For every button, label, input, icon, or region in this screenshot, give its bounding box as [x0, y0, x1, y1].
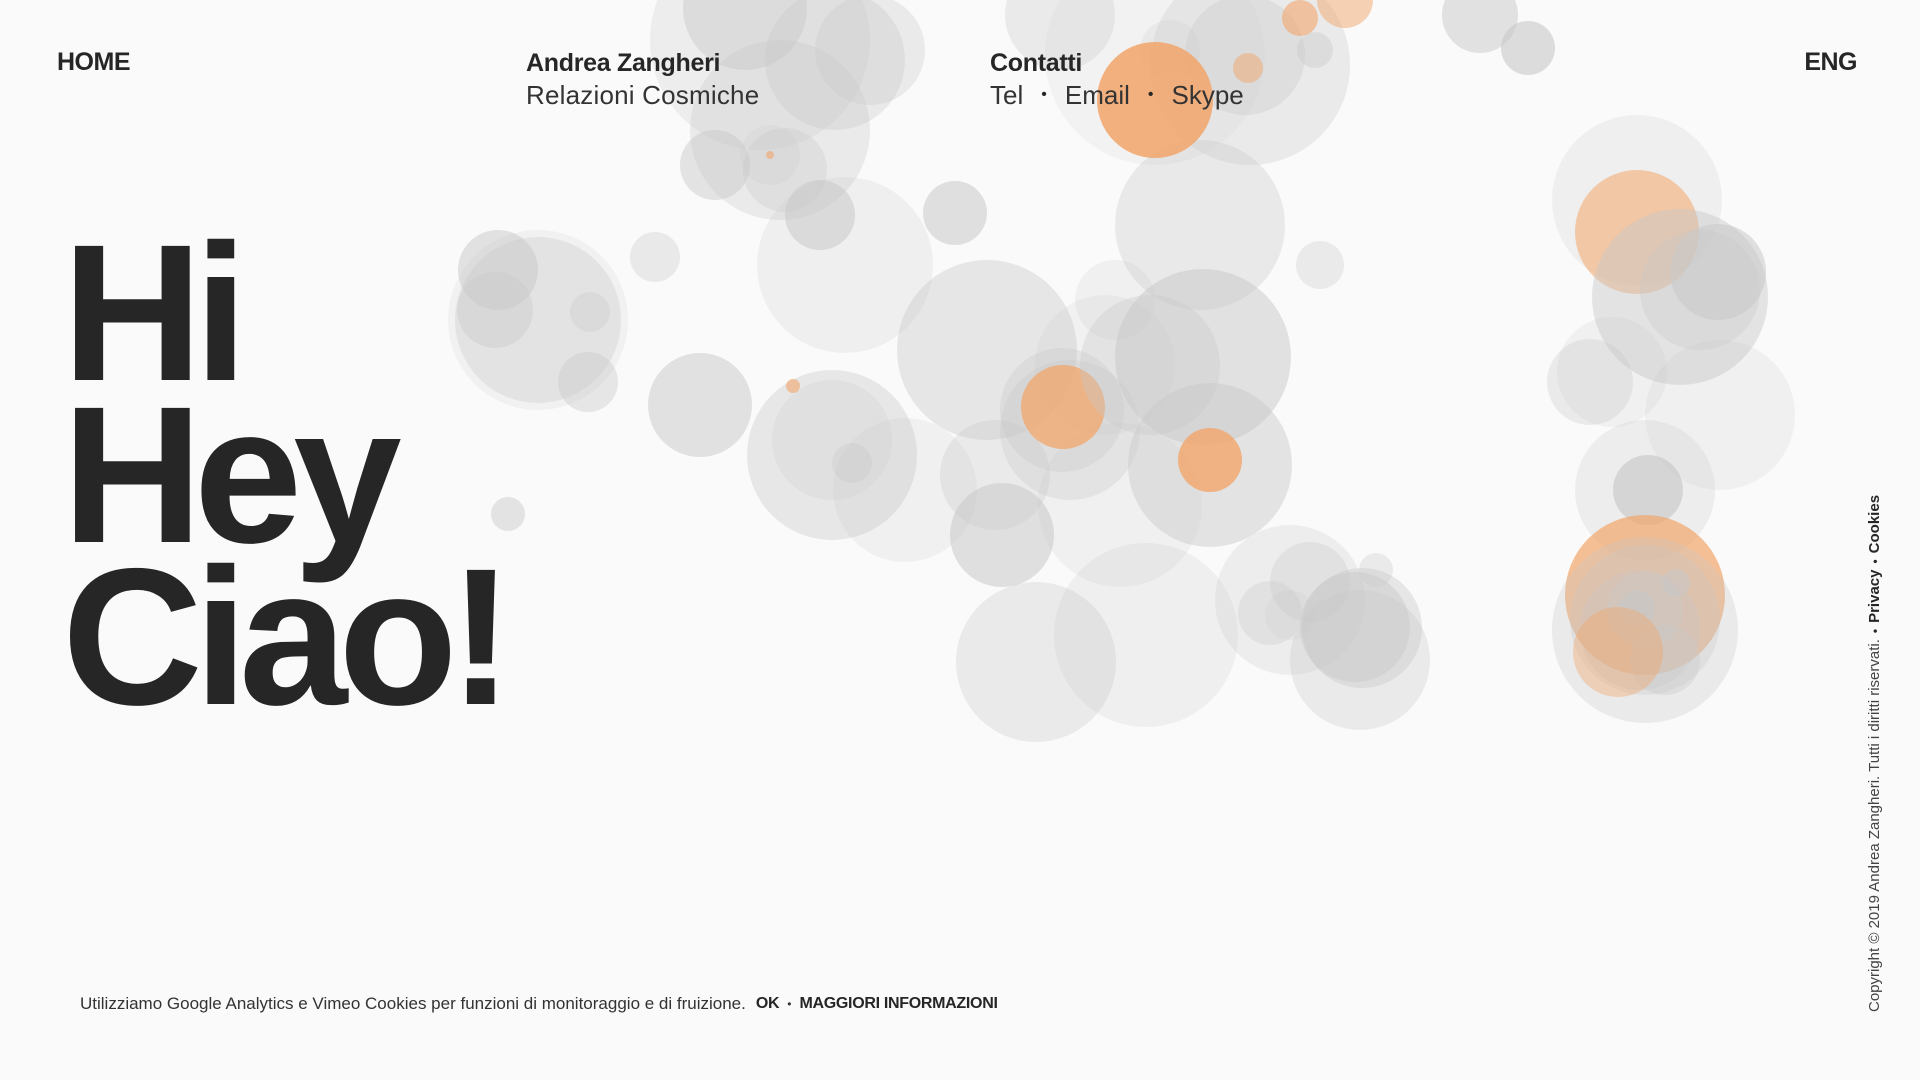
- cookie-ok-button[interactable]: OK: [756, 995, 780, 1013]
- grey-bubble: [1613, 455, 1683, 525]
- grey-bubble: [1054, 543, 1238, 727]
- cookie-text: Utilizziamo Google Analytics e Vimeo Coo…: [80, 994, 746, 1013]
- orange-bubble: [1573, 607, 1663, 697]
- contact-title: Contatti: [990, 49, 1083, 77]
- grey-bubble: [1359, 553, 1393, 587]
- cookies-link[interactable]: Cookies: [1866, 495, 1883, 553]
- cookie-more-info-link[interactable]: MAGGIORI INFORMAZIONI: [799, 995, 997, 1013]
- page: HOME Andrea Zangheri Relazioni Cosmiche …: [0, 0, 1920, 1080]
- grey-bubble: [570, 292, 610, 332]
- vertical-footer: Copyright © 2019 Andrea Zangheri. Tutti …: [1866, 495, 1883, 1012]
- grey-bubble: [648, 353, 752, 457]
- separator-dot: •: [1867, 628, 1882, 634]
- grey-bubble: [680, 130, 750, 200]
- hero-line-3: Ciao!: [62, 528, 513, 746]
- brand-tagline: Relazioni Cosmiche: [526, 80, 760, 110]
- grey-bubble: [1300, 572, 1410, 682]
- separator-dot: •: [1147, 86, 1154, 103]
- orange-dot: [786, 379, 800, 393]
- home-link[interactable]: HOME: [57, 48, 131, 77]
- cookie-banner: Utilizziamo Google Analytics e Vimeo Coo…: [80, 994, 998, 1014]
- grey-bubble: [1297, 32, 1333, 68]
- contact-links: Tel • Email • Skype: [990, 78, 1244, 112]
- grey-bubble: [1670, 224, 1766, 320]
- privacy-link[interactable]: Privacy: [1866, 570, 1883, 623]
- brand-name[interactable]: Andrea Zangheri: [526, 48, 759, 78]
- grey-bubble: [1547, 339, 1633, 425]
- hero-heading: Hi Hey Ciao!: [62, 216, 513, 746]
- contact-email-link[interactable]: Email: [1065, 78, 1130, 112]
- contact-skype-link[interactable]: Skype: [1171, 78, 1243, 112]
- grey-bubble: [1265, 590, 1315, 640]
- orange-dot: [766, 151, 774, 159]
- contact-tel-link[interactable]: Tel: [990, 78, 1023, 112]
- brand-block: Andrea Zangheri Relazioni Cosmiche: [526, 48, 759, 112]
- grey-bubble: [630, 232, 680, 282]
- grey-bubble: [558, 352, 618, 412]
- separator-dot: •: [1867, 559, 1882, 564]
- grey-bubble: [1296, 241, 1344, 289]
- language-switch-link[interactable]: ENG: [1804, 48, 1857, 77]
- separator-dot: •: [1041, 86, 1047, 103]
- orange-bubble: [1178, 428, 1242, 492]
- copyright-text: Copyright © 2019 Andrea Zangheri. Tutti …: [1866, 639, 1883, 1012]
- grey-bubble: [1662, 569, 1690, 597]
- grey-bubble: [1501, 21, 1555, 75]
- grey-bubble: [923, 181, 987, 245]
- contact-block: Contatti Tel • Email • Skype: [990, 48, 1244, 112]
- orange-bubble: [1282, 0, 1318, 36]
- separator-dot: •: [787, 997, 792, 1011]
